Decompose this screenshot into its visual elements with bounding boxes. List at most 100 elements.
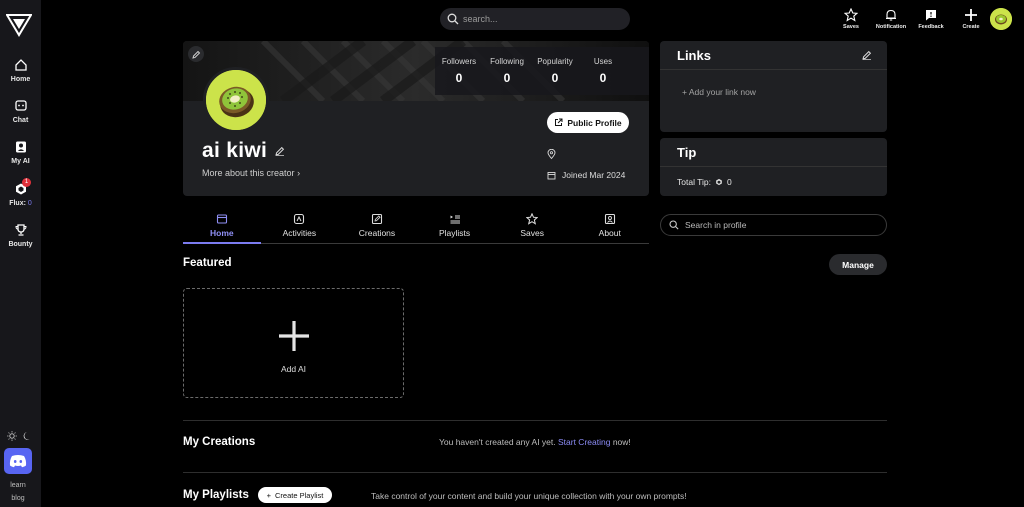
manage-button[interactable]: Manage: [829, 254, 887, 275]
stat-label: Uses: [593, 57, 613, 66]
public-profile-button[interactable]: Public Profile: [547, 112, 629, 133]
edit-banner-button[interactable]: [188, 46, 204, 62]
profile-avatar[interactable]: [203, 67, 269, 133]
feedback-button[interactable]: Feedback: [918, 8, 944, 30]
edit-links-icon[interactable]: [862, 50, 872, 60]
theme-toggle[interactable]: [6, 430, 34, 442]
sidebar-item-my-ai[interactable]: My AI: [0, 140, 41, 165]
my-playlists-title: My Playlists: [183, 489, 249, 501]
home-icon: [14, 58, 28, 72]
logo-icon[interactable]: [6, 13, 32, 37]
activities-icon: [293, 213, 305, 225]
feedback-icon: [924, 8, 938, 22]
create-button[interactable]: Create: [960, 8, 982, 30]
start-creating-link[interactable]: Start Creating: [558, 437, 610, 447]
stat-popularity: Popularity 0: [531, 47, 579, 95]
tab-saves[interactable]: Saves: [493, 212, 571, 243]
public-profile-label: Public Profile: [567, 117, 622, 128]
pencil-icon: [191, 50, 201, 59]
chat-icon: [14, 99, 28, 113]
tab-playlists[interactable]: Playlists: [416, 212, 494, 243]
sidebar-item-home[interactable]: Home: [0, 58, 41, 83]
tab-creations[interactable]: Creations: [338, 212, 416, 243]
stat-label: Popularity: [537, 57, 573, 66]
sidebar-item-chat[interactable]: Chat: [0, 99, 41, 124]
sidebar: Home Chat My AI 1 Flux: 0 Bounty learn b…: [0, 0, 41, 507]
empty-suffix: now!: [612, 437, 631, 447]
user-avatar[interactable]: [990, 8, 1012, 30]
sidebar-item-label: Home: [10, 76, 31, 83]
profile-search-input[interactable]: Search in profile: [660, 214, 887, 236]
global-search-input[interactable]: search...: [440, 8, 630, 30]
add-ai-card[interactable]: Add AI: [183, 288, 404, 398]
discord-icon: [4, 448, 32, 474]
links-title: Links: [677, 47, 711, 63]
moon-icon[interactable]: [21, 430, 33, 442]
profile-search-placeholder: Search in profile: [685, 220, 747, 230]
tab-label: Activities: [282, 228, 317, 238]
edit-name-icon[interactable]: [275, 146, 285, 156]
star-icon: [526, 213, 539, 225]
my-creations-title: My Creations: [183, 436, 256, 448]
tab-home[interactable]: Home: [183, 212, 261, 244]
sidebar-item-label: Bounty: [8, 241, 33, 248]
empty-prefix: You haven't created any AI yet.: [439, 437, 556, 447]
add-ai-label: Add AI: [280, 364, 307, 374]
playlist-icon: [449, 213, 461, 225]
joined-label: Joined Mar 2024: [562, 170, 626, 180]
create-label: Create: [962, 24, 980, 30]
profile-tabs: Home Activities Creations Playlists Save…: [183, 212, 649, 244]
profile-card: Followers 0 Following 0 Popularity 0 Uses 0 …: [183, 41, 649, 196]
plus-icon: [964, 8, 978, 22]
search-icon: [669, 220, 679, 230]
blog-link[interactable]: blog: [0, 495, 36, 502]
stat-value: 0: [455, 71, 463, 85]
creations-empty-message: You haven't created any AI yet. Start Cr…: [439, 437, 631, 447]
stat-uses: Uses 0: [579, 47, 627, 95]
notification-button[interactable]: Notification: [874, 8, 908, 30]
create-playlist-label: Create Playlist: [275, 490, 324, 500]
featured-title: Featured: [183, 257, 232, 269]
tab-label: Home: [209, 228, 234, 238]
tab-label: Playlists: [438, 228, 471, 238]
stat-label: Followers: [441, 57, 477, 66]
calendar-icon: [547, 171, 556, 180]
tip-total-label: Total Tip:: [677, 177, 712, 187]
stat-value: 0: [599, 71, 607, 85]
trophy-icon: [14, 223, 28, 237]
saves-label: Saves: [843, 24, 859, 30]
more-about-creator-link[interactable]: More about this creator ›: [202, 168, 300, 178]
sun-icon[interactable]: [6, 430, 18, 442]
add-link-button[interactable]: + Add your link now: [682, 87, 756, 97]
section-divider: [183, 472, 887, 473]
kiwi-icon: [990, 8, 1012, 30]
tab-about[interactable]: About: [571, 212, 649, 243]
plus-icon: [277, 319, 311, 353]
tab-activities[interactable]: Activities: [261, 212, 339, 243]
search-placeholder: search...: [463, 14, 498, 24]
home-tab-icon: [216, 213, 228, 225]
tip-total-value: 0: [727, 177, 732, 187]
stat-label: Following: [490, 57, 524, 66]
saves-button[interactable]: Saves: [840, 8, 862, 30]
discord-button[interactable]: [4, 448, 32, 474]
stat-value: 0: [503, 71, 511, 85]
stat-value: 0: [551, 71, 559, 85]
location-icon: [547, 149, 556, 159]
bell-icon: [884, 8, 898, 22]
notification-badge: 1: [22, 178, 31, 187]
stat-following[interactable]: Following 0: [483, 47, 531, 95]
star-icon: [844, 8, 858, 22]
stat-followers[interactable]: Followers 0: [435, 47, 483, 95]
chevron-right-icon: ›: [297, 168, 301, 178]
create-playlist-button[interactable]: + Create Playlist: [258, 487, 332, 503]
sidebar-item-bounty[interactable]: Bounty: [0, 223, 41, 248]
tip-panel: Tip Total Tip: 0: [660, 138, 887, 196]
tab-label: Creations: [358, 228, 396, 238]
flux-icon: [715, 178, 723, 186]
learn-link[interactable]: learn: [0, 482, 36, 489]
notification-label: Notification: [875, 24, 907, 30]
about-icon: [604, 213, 616, 225]
sidebar-item-flux[interactable]: 1 Flux: 0: [0, 178, 41, 207]
plus-icon: +: [266, 490, 272, 500]
